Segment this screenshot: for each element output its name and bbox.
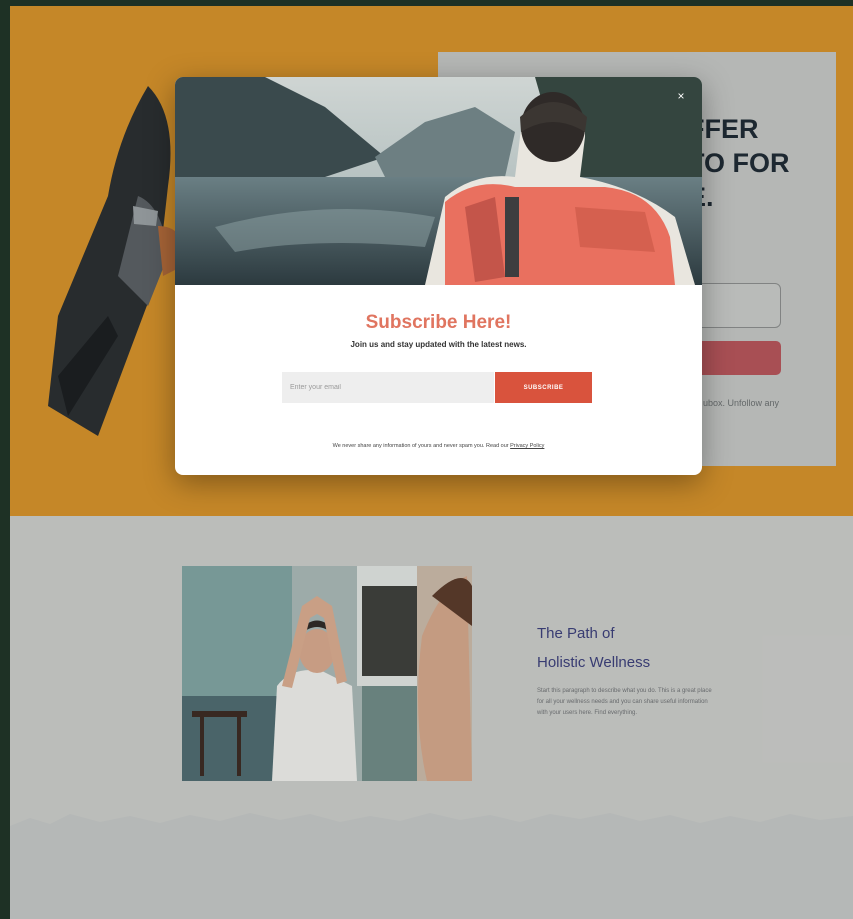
email-input[interactable] xyxy=(282,372,494,403)
subscribe-modal: × Subscribe Here! Join us and stay updat… xyxy=(175,77,702,475)
subscribe-button[interactable]: SUBSCRIBE xyxy=(495,372,592,403)
close-icon[interactable]: × xyxy=(674,89,688,103)
privacy-note: We never share any information of yours … xyxy=(175,443,702,449)
privacy-policy-link[interactable]: Privacy Policy xyxy=(510,443,544,449)
modal-subtitle: Join us and stay updated with the latest… xyxy=(350,340,527,349)
privacy-text: We never share any information of yours … xyxy=(332,443,511,449)
modal-title: Subscribe Here! xyxy=(365,312,512,333)
modal-hero-image xyxy=(175,77,702,285)
